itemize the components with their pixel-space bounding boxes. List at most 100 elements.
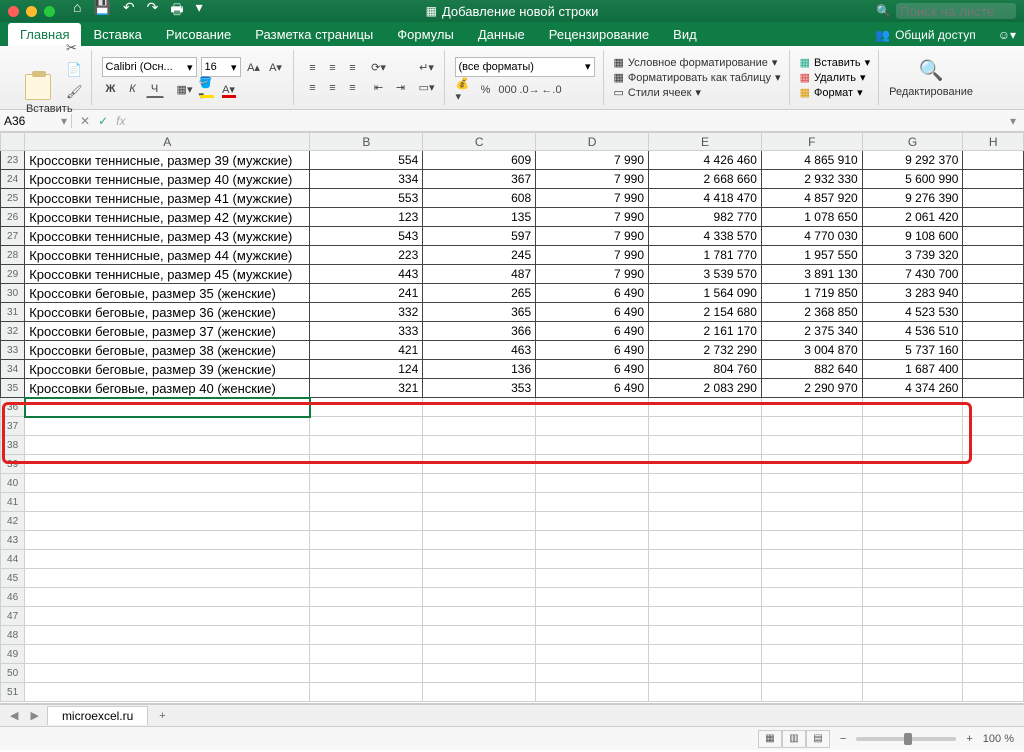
cell[interactable] [25, 531, 310, 550]
increase-font-icon[interactable]: A▴ [245, 58, 263, 76]
cell[interactable]: Кроссовки беговые, размер 39 (женские) [25, 360, 310, 379]
cell[interactable]: 7 990 [536, 265, 649, 284]
cell[interactable]: 4 523 530 [862, 303, 963, 322]
qat-more-icon[interactable]: ▾ [196, 0, 203, 23]
align-right-icon[interactable]: ≡ [344, 79, 362, 97]
cell[interactable] [25, 512, 310, 531]
cell[interactable] [963, 569, 1024, 588]
row-header[interactable]: 32 [1, 322, 25, 341]
col-header[interactable]: D [536, 133, 649, 151]
cell[interactable]: 2 083 290 [649, 379, 762, 398]
table-row[interactable]: 44 [1, 550, 1024, 569]
home-icon[interactable]: ⌂ [73, 0, 81, 23]
cell[interactable]: 367 [423, 170, 536, 189]
cell[interactable] [310, 512, 423, 531]
window-controls[interactable] [8, 6, 55, 17]
cell[interactable] [761, 512, 862, 531]
tab-draw[interactable]: Рисование [154, 23, 243, 46]
cell[interactable] [649, 664, 762, 683]
cell[interactable] [649, 626, 762, 645]
increase-indent-icon[interactable]: ⇥ [392, 79, 410, 97]
cell[interactable]: 5 600 990 [862, 170, 963, 189]
table-row[interactable]: 33 Кроссовки беговые, размер 38 (женские… [1, 341, 1024, 360]
cell[interactable] [862, 417, 963, 436]
cell[interactable] [25, 493, 310, 512]
cell[interactable]: 4 865 910 [761, 151, 862, 170]
cell[interactable]: 3 891 130 [761, 265, 862, 284]
cell[interactable] [423, 493, 536, 512]
cell[interactable] [25, 626, 310, 645]
decrease-font-icon[interactable]: A▾ [267, 58, 285, 76]
table-row[interactable]: 48 [1, 626, 1024, 645]
save-icon[interactable]: 💾 [93, 0, 110, 23]
cell[interactable] [25, 417, 310, 436]
cell[interactable] [963, 151, 1024, 170]
normal-view-button[interactable]: ▦ [758, 730, 782, 748]
table-row[interactable]: 46 [1, 588, 1024, 607]
cell[interactable] [310, 398, 423, 417]
cell[interactable] [761, 550, 862, 569]
cell[interactable] [963, 493, 1024, 512]
find-icon[interactable]: 🔍 [919, 58, 944, 83]
cell[interactable]: 982 770 [649, 208, 762, 227]
cell[interactable] [536, 398, 649, 417]
cell[interactable]: 421 [310, 341, 423, 360]
table-row[interactable]: 45 [1, 569, 1024, 588]
close-icon[interactable] [8, 6, 19, 17]
cell[interactable] [310, 569, 423, 588]
cell[interactable]: 3 004 870 [761, 341, 862, 360]
cell[interactable] [649, 550, 762, 569]
cell[interactable] [862, 493, 963, 512]
cell[interactable] [423, 550, 536, 569]
cell[interactable]: Кроссовки беговые, размер 38 (женские) [25, 341, 310, 360]
table-row[interactable]: 41 [1, 493, 1024, 512]
cell[interactable] [25, 398, 310, 417]
paste-button[interactable] [16, 60, 60, 100]
tab-layout[interactable]: Разметка страницы [243, 23, 385, 46]
align-top-icon[interactable]: ≡ [304, 59, 322, 77]
cell[interactable]: 123 [310, 208, 423, 227]
cell[interactable] [963, 512, 1024, 531]
row-header[interactable]: 48 [1, 626, 25, 645]
italic-button[interactable]: К [124, 80, 142, 98]
tab-nav-left[interactable]: ◀ [6, 709, 22, 722]
cell[interactable] [761, 455, 862, 474]
cell[interactable] [761, 493, 862, 512]
cell[interactable]: 4 418 470 [649, 189, 762, 208]
cell[interactable] [862, 512, 963, 531]
table-row[interactable]: 29 Кроссовки теннисные, размер 45 (мужск… [1, 265, 1024, 284]
col-header[interactable]: E [649, 133, 762, 151]
expand-formula-icon[interactable]: ▾ [1002, 114, 1024, 128]
cell[interactable]: 553 [310, 189, 423, 208]
cell[interactable]: 7 990 [536, 189, 649, 208]
cell[interactable]: 332 [310, 303, 423, 322]
row-header[interactable]: 41 [1, 493, 25, 512]
table-row[interactable]: 49 [1, 645, 1024, 664]
row-header[interactable]: 27 [1, 227, 25, 246]
format-painter-icon[interactable]: 🖌 [66, 84, 83, 100]
cell[interactable] [963, 474, 1024, 493]
cell[interactable] [25, 664, 310, 683]
cell[interactable] [25, 683, 310, 702]
cell[interactable]: Кроссовки беговые, размер 35 (женские) [25, 284, 310, 303]
cell[interactable] [423, 417, 536, 436]
cell[interactable]: 2 932 330 [761, 170, 862, 189]
cell[interactable]: 321 [310, 379, 423, 398]
cell[interactable]: 3 739 320 [862, 246, 963, 265]
cell[interactable]: 4 426 460 [649, 151, 762, 170]
cell[interactable] [761, 645, 862, 664]
cell[interactable]: 5 737 160 [862, 341, 963, 360]
cell[interactable]: 4 770 030 [761, 227, 862, 246]
cell[interactable] [761, 569, 862, 588]
orientation-icon[interactable]: ⟳▾ [370, 59, 388, 77]
cell[interactable] [761, 436, 862, 455]
row-header[interactable]: 51 [1, 683, 25, 702]
cell[interactable] [761, 683, 862, 702]
cell[interactable] [536, 417, 649, 436]
cell[interactable]: Кроссовки теннисные, размер 45 (мужские) [25, 265, 310, 284]
cell[interactable]: 1 564 090 [649, 284, 762, 303]
cell[interactable]: 4 857 920 [761, 189, 862, 208]
cell[interactable] [423, 588, 536, 607]
table-row[interactable]: 38 [1, 436, 1024, 455]
row-header[interactable]: 47 [1, 607, 25, 626]
